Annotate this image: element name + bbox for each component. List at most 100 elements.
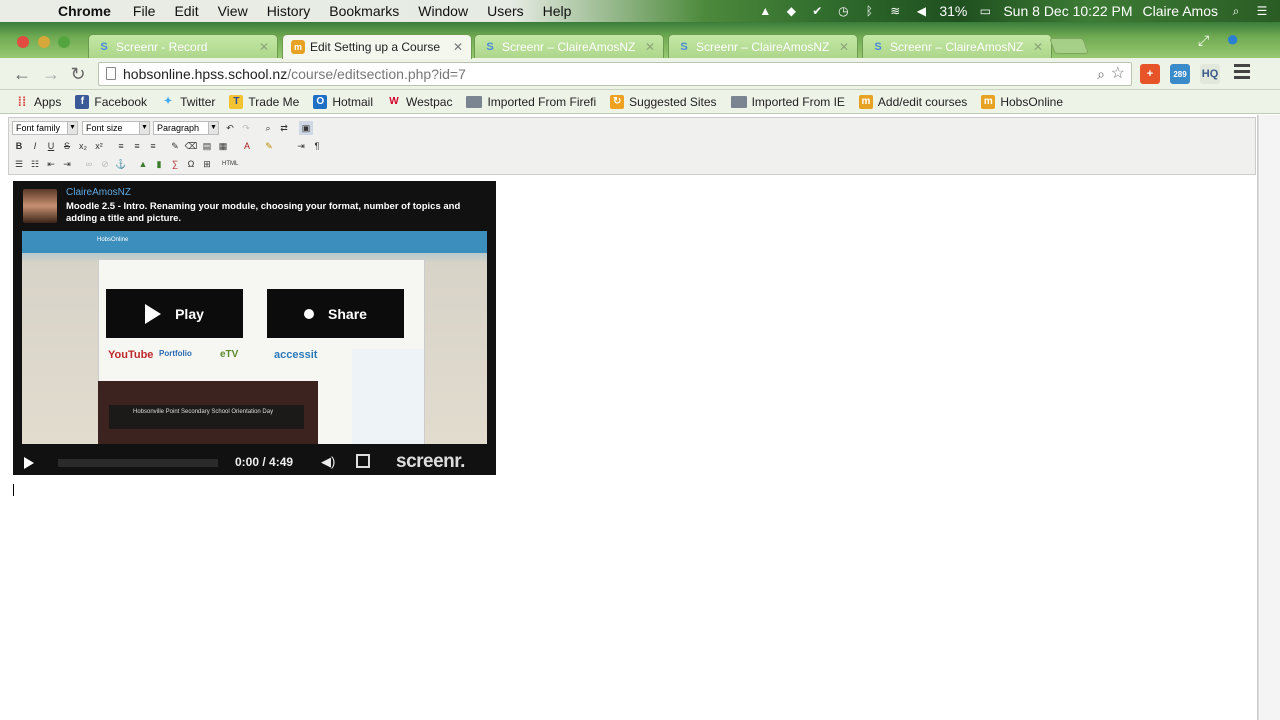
unlink-icon[interactable]: ⊘ bbox=[98, 157, 112, 171]
vertical-scrollbar[interactable] bbox=[1258, 115, 1280, 720]
user-name[interactable]: Claire Amos bbox=[1143, 3, 1218, 19]
superscript-icon[interactable]: x² bbox=[92, 139, 106, 153]
seek-bar[interactable] bbox=[58, 459, 218, 467]
anchor-icon[interactable]: ⚓ bbox=[114, 157, 128, 171]
align-left-icon[interactable]: ≡ bbox=[114, 139, 128, 153]
twitter-extension-icon[interactable]: 289 bbox=[1170, 64, 1190, 84]
bookmark-folder-ie[interactable]: Imported From IE bbox=[730, 95, 845, 109]
highlight-color-icon[interactable]: ✎ bbox=[262, 139, 276, 153]
play-button[interactable]: Play bbox=[106, 289, 243, 338]
link-icon[interactable]: ∞ bbox=[82, 157, 96, 171]
tab-close-icon[interactable]: ✕ bbox=[1031, 40, 1045, 54]
close-window-icon[interactable] bbox=[17, 36, 29, 48]
notification-center-icon[interactable]: ☰ bbox=[1254, 4, 1270, 18]
cloud-hq-extension-icon[interactable]: HQ bbox=[1200, 64, 1220, 84]
spotlight-search-icon[interactable]: ⌕ bbox=[1228, 4, 1244, 18]
replace-icon[interactable]: ⇄ bbox=[277, 121, 291, 135]
insert-media-icon[interactable]: ▮ bbox=[152, 157, 166, 171]
fullscreen-editor-icon[interactable]: ▣ bbox=[299, 121, 313, 135]
find-icon[interactable]: ⌕ bbox=[261, 121, 275, 135]
tab-edit-course[interactable]: m Edit Setting up a Course ✕ bbox=[282, 34, 472, 59]
play-icon[interactable] bbox=[24, 457, 34, 469]
insert-image-icon[interactable]: ▲ bbox=[136, 157, 150, 171]
bookmark-facebook[interactable]: f Facebook bbox=[75, 94, 147, 109]
minimize-window-icon[interactable] bbox=[38, 36, 50, 48]
rtl-icon[interactable]: ¶ bbox=[310, 139, 324, 153]
clock[interactable]: Sun 8 Dec 10:22 PM bbox=[1003, 3, 1132, 19]
cleanup-icon[interactable]: ✎ bbox=[168, 139, 182, 153]
search-icon[interactable]: ⌕ bbox=[1097, 63, 1105, 85]
bookmark-folder-firefox[interactable]: Imported From Firefi bbox=[466, 95, 596, 109]
paragraph-format-dropdown[interactable]: Paragraph ▼ bbox=[153, 121, 219, 135]
bookmark-apps[interactable]: ⁞⁞ Apps bbox=[15, 94, 62, 109]
align-right-icon[interactable]: ≡ bbox=[146, 139, 160, 153]
menu-help[interactable]: Help bbox=[543, 3, 572, 19]
forward-icon[interactable]: → bbox=[40, 63, 62, 85]
numbered-list-icon[interactable]: ☷ bbox=[28, 157, 42, 171]
volume-icon[interactable]: ◀) bbox=[321, 454, 335, 470]
tab-screenr-claire-1[interactable]: S Screenr – ClaireAmosNZ ✕ bbox=[474, 34, 664, 58]
undo-icon[interactable]: ↶ bbox=[223, 121, 237, 135]
underline-icon[interactable]: U bbox=[44, 139, 58, 153]
bookmark-add-edit-courses[interactable]: m Add/edit courses bbox=[858, 94, 967, 109]
tab-close-icon[interactable]: ✕ bbox=[451, 40, 465, 54]
bullet-list-icon[interactable]: ☰ bbox=[12, 157, 26, 171]
indent-icon[interactable]: ⇥ bbox=[60, 157, 74, 171]
subscript-icon[interactable]: x₂ bbox=[76, 139, 90, 153]
battery-percent[interactable]: 31% bbox=[939, 3, 967, 19]
menu-app-name[interactable]: Chrome bbox=[58, 3, 111, 19]
tab-close-icon[interactable]: ✕ bbox=[837, 40, 851, 54]
tab-screenr-record[interactable]: S Screenr - Record ✕ bbox=[88, 34, 278, 58]
strikethrough-icon[interactable]: S bbox=[60, 139, 74, 153]
align-center-icon[interactable]: ≡ bbox=[130, 139, 144, 153]
video-author[interactable]: ClaireAmosNZ bbox=[66, 187, 131, 198]
paste-text-icon[interactable]: ▤ bbox=[200, 139, 214, 153]
battery-icon[interactable]: ▭ bbox=[977, 4, 993, 18]
menu-history[interactable]: History bbox=[267, 3, 311, 19]
menu-users[interactable]: Users bbox=[487, 3, 524, 19]
time-machine-icon[interactable]: ◷ bbox=[835, 4, 851, 18]
font-size-dropdown[interactable]: Font size ▼ bbox=[82, 121, 150, 135]
bookmark-hotmail[interactable]: O Hotmail bbox=[313, 94, 373, 109]
back-icon[interactable]: ← bbox=[11, 63, 33, 85]
dropbox-icon[interactable]: ◆ bbox=[783, 4, 799, 18]
reload-icon[interactable]: ↻ bbox=[67, 63, 89, 85]
volume-icon[interactable]: ◀ bbox=[913, 4, 929, 18]
checkmark-icon[interactable]: ✔ bbox=[809, 4, 825, 18]
zoom-window-icon[interactable] bbox=[58, 36, 70, 48]
menu-view[interactable]: View bbox=[218, 3, 248, 19]
video-preview[interactable]: HobsOnline YouTube Portfolio eTV accessi… bbox=[22, 231, 487, 444]
insert-equation-icon[interactable]: ∑ bbox=[168, 157, 182, 171]
tab-close-icon[interactable]: ✕ bbox=[257, 40, 271, 54]
share-button[interactable]: Share bbox=[267, 289, 404, 338]
screenr-logo[interactable]: screenr. bbox=[396, 451, 465, 473]
fullscreen-icon[interactable] bbox=[356, 454, 370, 468]
outdent-icon[interactable]: ⇤ bbox=[44, 157, 58, 171]
new-tab-button[interactable] bbox=[1049, 38, 1089, 54]
google-drive-icon[interactable]: ▲ bbox=[757, 4, 773, 18]
menu-file[interactable]: File bbox=[133, 3, 156, 19]
special-char-icon[interactable]: Ω bbox=[184, 157, 198, 171]
bookmark-trade-me[interactable]: T Trade Me bbox=[229, 94, 299, 109]
profile-avatar-icon[interactable]: ● bbox=[1226, 26, 1246, 54]
text-color-icon[interactable]: A bbox=[240, 139, 254, 153]
bluetooth-icon[interactable]: ᛒ bbox=[861, 4, 877, 18]
tab-screenr-claire-3[interactable]: S Screenr – ClaireAmosNZ ✕ bbox=[862, 34, 1052, 58]
paste-word-icon[interactable]: ▦ bbox=[216, 139, 230, 153]
menu-bookmarks[interactable]: Bookmarks bbox=[329, 3, 399, 19]
ltr-icon[interactable]: ⇥ bbox=[294, 139, 308, 153]
redo-icon[interactable]: ↷ bbox=[239, 121, 253, 135]
screenr-video-player[interactable]: ClaireAmosNZ Moodle 2.5 - Intro. Renamin… bbox=[13, 181, 496, 475]
italic-icon[interactable]: I bbox=[28, 139, 42, 153]
avatar[interactable] bbox=[23, 189, 57, 223]
wifi-icon[interactable]: ≋ bbox=[887, 4, 903, 18]
remove-format-icon[interactable]: ⌫ bbox=[184, 139, 198, 153]
address-bar[interactable]: hobsonline.hpss.school.nz/course/editsec… bbox=[98, 62, 1132, 86]
bold-icon[interactable]: B bbox=[12, 139, 26, 153]
google-plus-extension-icon[interactable]: + bbox=[1140, 64, 1160, 84]
chrome-menu-icon[interactable] bbox=[1234, 64, 1250, 82]
insert-table-icon[interactable]: ⊞ bbox=[200, 157, 214, 171]
bookmark-twitter[interactable]: ✦ Twitter bbox=[161, 95, 216, 109]
bookmark-westpac[interactable]: W Westpac bbox=[387, 95, 452, 109]
html-source-icon[interactable]: HTML bbox=[222, 157, 238, 171]
